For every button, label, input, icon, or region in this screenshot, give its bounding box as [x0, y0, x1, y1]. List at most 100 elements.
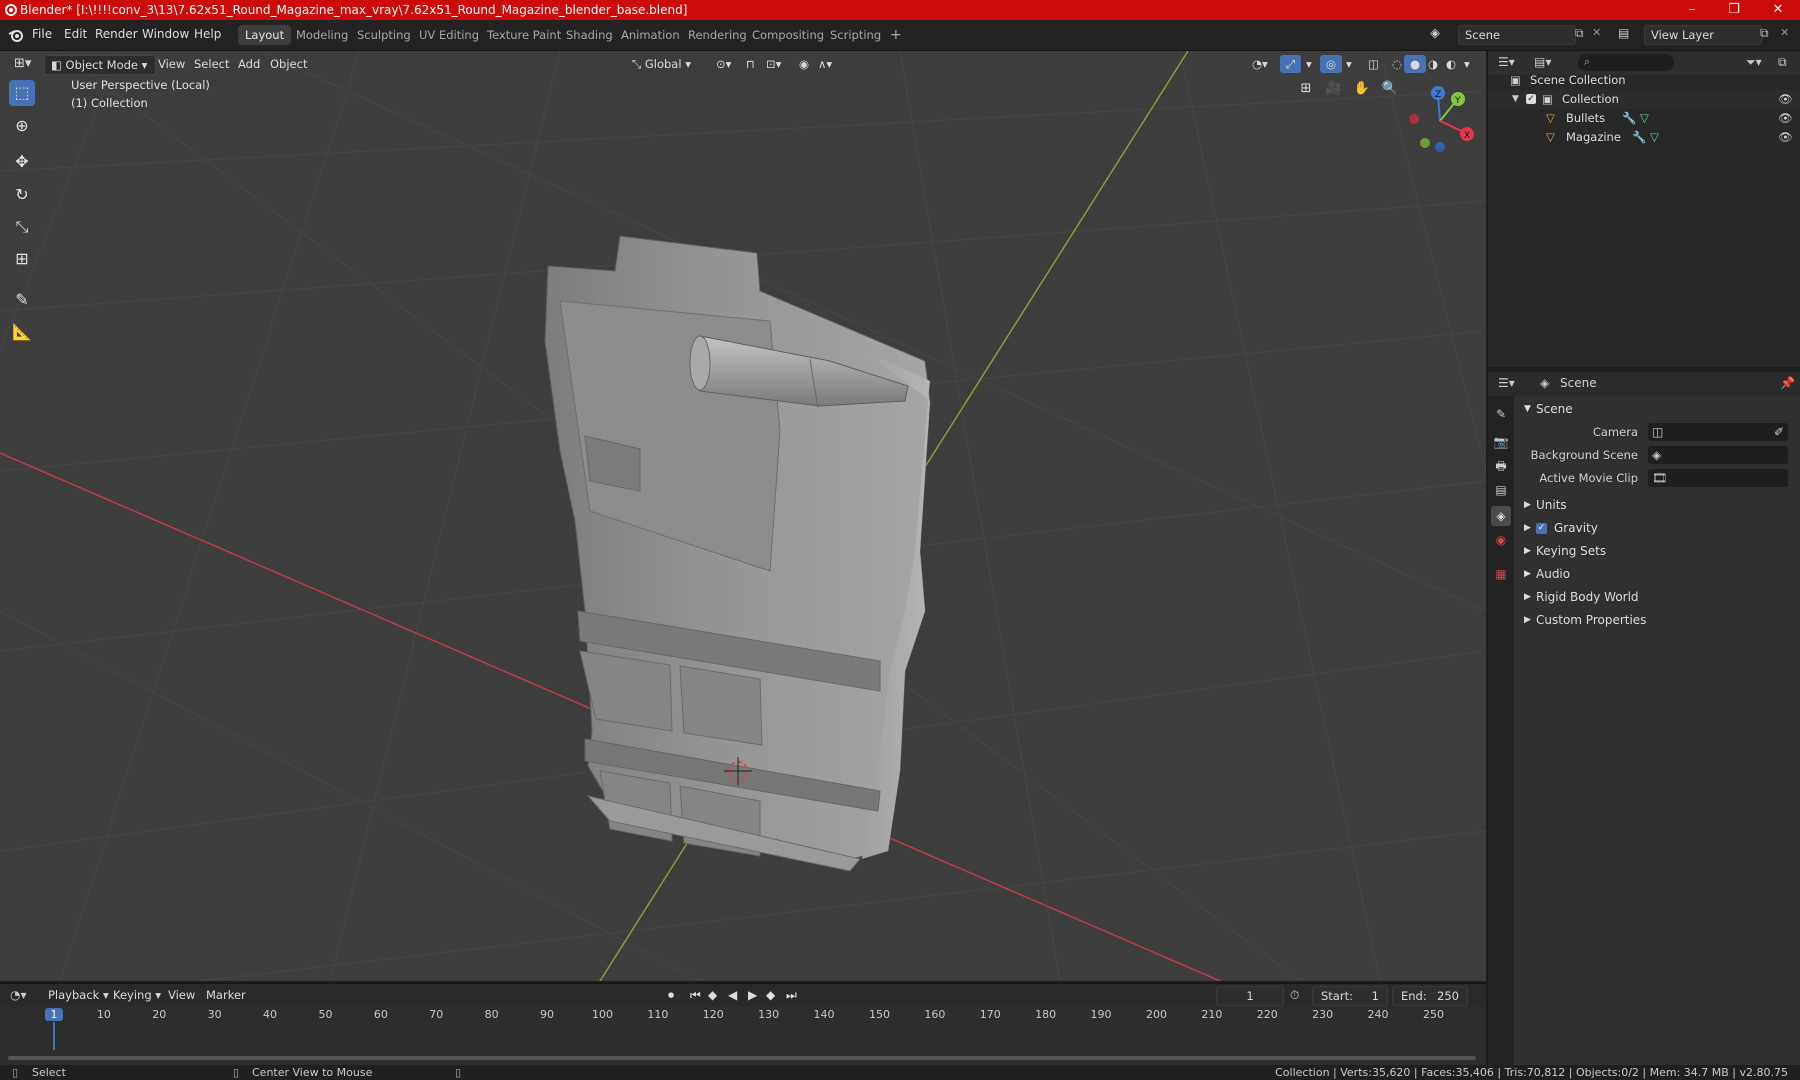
view-layer-tab-icon[interactable]: ▤: [1491, 480, 1511, 500]
bullets-visibility-icon[interactable]: 👁: [1778, 109, 1793, 128]
tab-texture-paint[interactable]: Texture Paint: [480, 25, 568, 45]
world-tab-icon[interactable]: ◉: [1491, 530, 1511, 550]
menu-help[interactable]: Help: [194, 27, 221, 41]
minimize-button[interactable]: –: [1670, 0, 1714, 20]
outliner[interactable]: ☰▾ ▤▾ ⌕ ⏷▾ ⧉ ▣ Scene Collection ▼ ✓ ▣ Co…: [1488, 51, 1800, 367]
tab-uv-editing[interactable]: UV Editing: [412, 25, 486, 45]
new-view-layer-icon[interactable]: ⧉: [1760, 26, 1769, 41]
properties-editor-icon[interactable]: ☰▾: [1498, 376, 1515, 390]
3d-viewport[interactable]: ⊞▾ ◧ Object Mode ▾ View Select Add Objec…: [0, 51, 1486, 981]
tool-tab-icon[interactable]: ✎: [1491, 404, 1511, 424]
tab-animation[interactable]: Animation: [614, 25, 687, 45]
active-movie-clip-field[interactable]: 🎞: [1648, 469, 1788, 487]
tab-shading[interactable]: Shading: [559, 25, 620, 45]
custom-properties-panel[interactable]: ▶ Custom Properties: [1514, 609, 1800, 631]
eyedropper-icon[interactable]: ✐: [1774, 421, 1784, 443]
pin-icon[interactable]: 📌: [1780, 376, 1795, 390]
camera-field[interactable]: ◫ ✐: [1648, 423, 1788, 441]
delete-scene-icon[interactable]: ✕: [1592, 26, 1601, 39]
falloff-icon[interactable]: ∧▾: [812, 55, 838, 73]
navigation-gizmo[interactable]: Z Y X: [1400, 79, 1480, 159]
viewport-menu-object[interactable]: Object: [264, 55, 313, 73]
units-panel[interactable]: ▶ Units: [1514, 494, 1800, 516]
measure-tool[interactable]: 📐: [9, 319, 35, 345]
outliner-row-collection[interactable]: ▼ ✓ ▣ Collection 👁: [1488, 90, 1800, 109]
select-box-tool[interactable]: ⬚: [9, 80, 35, 106]
overlay-dropdown-icon[interactable]: ▾: [1340, 55, 1358, 73]
properties-editor[interactable]: ☰▾ ◈ Scene 📌 ✎ 📷 🖶 ▤ ◈ ◉ ▦ ▼ Scene Camer…: [1488, 372, 1800, 1065]
outliner-row-scene-collection[interactable]: ▣ Scene Collection: [1488, 71, 1800, 90]
view-layer-selector[interactable]: View Layer: [1644, 25, 1762, 45]
timeline-editor-icon[interactable]: ◔▾: [10, 988, 27, 1002]
overlay-toggle-icon[interactable]: ◎: [1320, 55, 1343, 73]
viewport-menu-view[interactable]: View: [152, 55, 191, 73]
menu-file[interactable]: File: [32, 27, 52, 41]
editor-type-icon[interactable]: ⊞▾: [8, 55, 37, 73]
shading-dropdown-icon[interactable]: ▾: [1458, 55, 1476, 73]
record-icon[interactable]: ⏺: [668, 988, 674, 1003]
orientation-selector[interactable]: ⤡ Global ▾: [626, 55, 697, 73]
output-tab-icon[interactable]: 🖶: [1491, 456, 1511, 476]
end-frame-field[interactable]: End: 250: [1392, 986, 1468, 1006]
play-icon[interactable]: ▶: [748, 988, 757, 1002]
cursor-tool[interactable]: ⊕: [9, 113, 35, 139]
jump-end-icon[interactable]: ⏭: [786, 988, 797, 1003]
tab-modeling[interactable]: Modeling: [289, 25, 355, 45]
tab-rendering[interactable]: Rendering: [681, 25, 754, 45]
preview-range-icon[interactable]: ⏱: [1290, 988, 1299, 1003]
menu-render[interactable]: Render: [95, 27, 138, 41]
close-button[interactable]: ✕: [1756, 0, 1800, 20]
new-collection-icon[interactable]: ⧉: [1778, 55, 1787, 70]
filter-icon[interactable]: ⏷▾: [1746, 55, 1762, 70]
render-tab-icon[interactable]: 📷: [1491, 432, 1511, 452]
collection-visibility-icon[interactable]: 👁: [1778, 90, 1793, 109]
menu-window[interactable]: Window: [142, 27, 189, 41]
blender-menu-icon[interactable]: [8, 27, 24, 43]
pan-view-icon[interactable]: ✋: [1350, 77, 1374, 101]
jump-start-icon[interactable]: ⏮: [690, 988, 701, 1003]
tab-compositing[interactable]: Compositing: [745, 25, 831, 45]
timeline[interactable]: ◔▾ Playback ▾ Keying ▾ View Marker ⏺ ⏮ ◆…: [0, 983, 1486, 1066]
viewport-menu-add[interactable]: Add: [232, 55, 266, 73]
tab-sculpting[interactable]: Sculpting: [350, 25, 418, 45]
display-mode-icon[interactable]: ▤▾: [1534, 55, 1551, 69]
timeline-scrollbar[interactable]: [8, 1056, 1476, 1060]
collection-checkbox[interactable]: ✓: [1526, 94, 1536, 104]
next-keyframe-icon[interactable]: ◆: [766, 988, 775, 1002]
texture-tab-icon[interactable]: ▦: [1491, 564, 1511, 584]
annotate-tool[interactable]: ✎: [9, 287, 35, 313]
gravity-checkbox[interactable]: ✓: [1536, 523, 1547, 534]
add-workspace-button[interactable]: +: [883, 25, 909, 45]
visibility-icon[interactable]: ◔▾: [1246, 55, 1274, 73]
scene-tab-icon[interactable]: ◈: [1491, 506, 1511, 526]
tab-layout[interactable]: Layout: [238, 25, 292, 45]
transform-tool[interactable]: ⊞: [9, 246, 35, 272]
view-layer-icon[interactable]: ▤: [1618, 26, 1629, 40]
timeline-area[interactable]: 1 10 20 30 40 50 60 70 80 90 100 110 120 130 140 150 160…: [0, 1006, 1486, 1066]
keying-sets-panel[interactable]: ▶ Keying Sets: [1514, 540, 1800, 562]
snap-target-icon[interactable]: ⊡▾: [760, 55, 787, 73]
viewport-menu-select[interactable]: Select: [188, 55, 235, 73]
expand-collection-icon[interactable]: ▼: [1512, 90, 1519, 109]
pivot-icon[interactable]: ⊙▾: [710, 55, 737, 73]
menu-edit[interactable]: Edit: [64, 27, 87, 41]
audio-panel[interactable]: ▶ Audio: [1514, 563, 1800, 585]
rotate-tool[interactable]: ↻: [9, 182, 35, 208]
play-reverse-icon[interactable]: ◀: [728, 988, 737, 1002]
current-frame-field[interactable]: 1: [1216, 986, 1284, 1006]
scale-tool[interactable]: ⤡: [9, 214, 35, 240]
scene-selector[interactable]: Scene: [1458, 25, 1576, 45]
prev-keyframe-icon[interactable]: ◆: [708, 988, 717, 1002]
outliner-row-bullets[interactable]: ▽ Bullets 🔧 ▽ 👁: [1488, 109, 1800, 128]
gravity-panel[interactable]: ▶ ✓ Gravity: [1514, 517, 1800, 539]
xray-icon[interactable]: ◫: [1362, 55, 1385, 73]
timeline-menu-view[interactable]: View: [162, 986, 201, 1004]
mode-selector[interactable]: ◧ Object Mode ▾: [44, 55, 156, 75]
new-scene-icon[interactable]: ⧉: [1575, 26, 1584, 41]
rigid-body-world-panel[interactable]: ▶ Rigid Body World: [1514, 586, 1800, 608]
scene-panel-header[interactable]: ▼ Scene: [1514, 398, 1800, 420]
camera-view-icon[interactable]: 🎥: [1322, 77, 1346, 101]
background-scene-field[interactable]: ◈: [1648, 446, 1788, 464]
maximize-button[interactable]: ❐: [1712, 0, 1756, 20]
delete-view-layer-icon[interactable]: ✕: [1780, 26, 1789, 39]
